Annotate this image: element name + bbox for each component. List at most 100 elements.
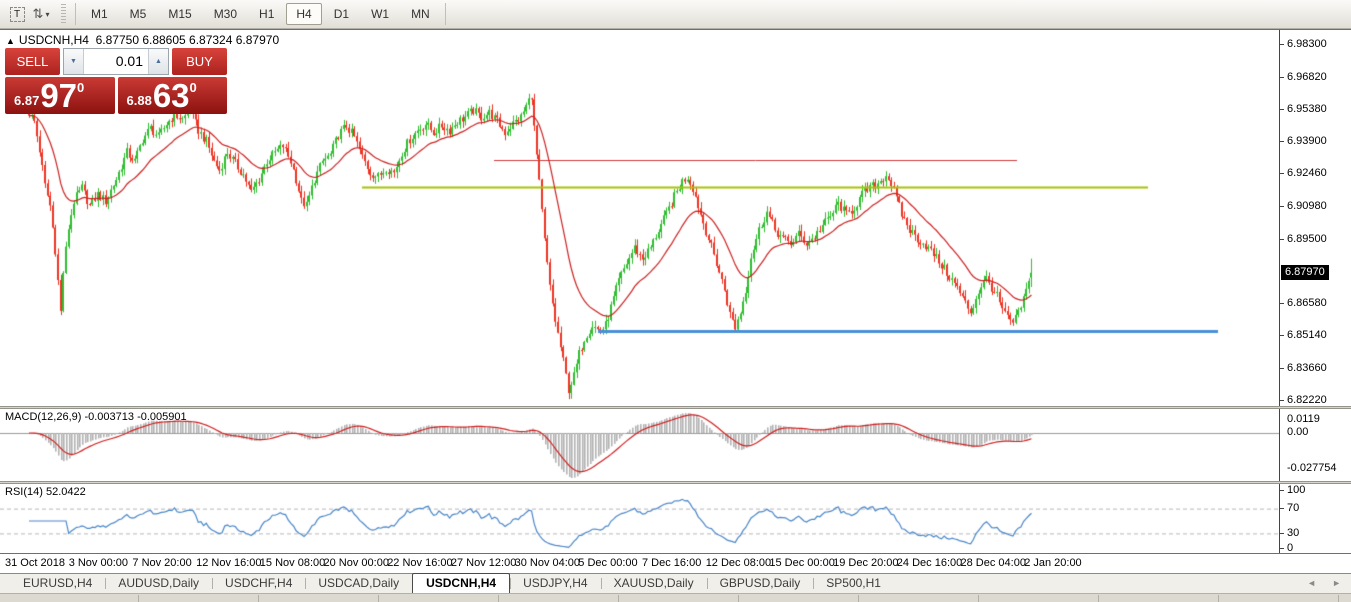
time-axis-label: 15 Dec 00:00 [769, 557, 834, 569]
rsi-label: RSI(14) 52.0422 [5, 486, 86, 498]
symbol-tab-bar: EURUSD,H4AUDUSD,DailyUSDCHF,H4USDCAD,Dai… [0, 573, 1351, 593]
toolbar-grip[interactable] [61, 4, 66, 24]
rsi-tick [1280, 533, 1284, 534]
sell-price-point: 0 [77, 80, 84, 95]
price-tick [1280, 206, 1284, 207]
symbol-tab-AUDUSD[interactable]: AUDUSD,Daily [105, 574, 212, 593]
text-tool-button[interactable]: T [5, 3, 29, 25]
panel-splitter[interactable] [0, 481, 1351, 484]
macd-label: MACD(12,26,9) -0.003713 -0.005901 [5, 411, 187, 423]
rsi-axis-label: 100 [1287, 484, 1305, 496]
macd-panel[interactable]: MACD(12,26,9) -0.003713 -0.005901 [0, 409, 1279, 481]
price-axis-label: 6.86580 [1287, 297, 1327, 309]
price-axis[interactable]: 6.87970 6.983006.968206.953806.939006.92… [1279, 30, 1351, 553]
toolbar: T ⇅ ▾ M1M5M15M30H1H4D1W1MN [0, 0, 1351, 29]
timeframe-M30[interactable]: M30 [204, 3, 247, 25]
buy-price-box[interactable]: 6.88 63 0 [118, 77, 228, 114]
time-axis-label: 12 Dec 08:00 [706, 557, 771, 569]
price-axis-label: 6.82220 [1287, 394, 1327, 406]
symbol-tab-GBPUSD[interactable]: GBPUSD,Daily [707, 574, 814, 593]
buy-button[interactable]: BUY [172, 48, 227, 75]
buy-price-point: 0 [190, 80, 197, 95]
symbol-tab-USDCAD[interactable]: USDCAD,Daily [305, 574, 412, 593]
price-tick [1280, 173, 1284, 174]
arrange-charts-button[interactable]: ⇅ ▾ [29, 3, 53, 25]
timeframe-M15[interactable]: M15 [158, 3, 201, 25]
time-axis-label: 31 Oct 2018 [5, 557, 65, 569]
timeframe-D1[interactable]: D1 [324, 3, 359, 25]
time-axis-label: 15 Nov 08:00 [260, 557, 325, 569]
price-tick [1280, 44, 1284, 45]
time-axis[interactable]: 31 Oct 20183 Nov 00:007 Nov 20:0012 Nov … [0, 553, 1351, 573]
volume-decrease-button[interactable]: ▼ [64, 49, 84, 74]
price-axis-label: 6.98300 [1287, 38, 1327, 50]
timeframe-W1[interactable]: W1 [361, 3, 399, 25]
price-axis-label: 6.90980 [1287, 200, 1327, 212]
chart-workspace: ▲ USDCNH,H4 6.87750 6.88605 6.87324 6.879… [0, 29, 1351, 601]
status-strip-separator [858, 595, 859, 602]
symbol-tab-USDJPY[interactable]: USDJPY,H4 [510, 574, 600, 593]
timeframe-M5[interactable]: M5 [120, 3, 157, 25]
chart-ohlc: 6.87750 6.88605 6.87324 6.87970 [96, 33, 280, 47]
price-tick [1280, 368, 1284, 369]
rsi-panel[interactable]: RSI(14) 52.0422 [0, 484, 1279, 553]
price-tick [1280, 141, 1284, 142]
tab-scroll-buttons: ◄ ► [1307, 578, 1341, 588]
time-axis-label: 27 Nov 12:00 [451, 557, 516, 569]
toolbar-separator [75, 3, 76, 25]
toolbar-separator [445, 3, 446, 25]
rsi-chart[interactable] [0, 484, 1279, 553]
price-axis-label: 6.85140 [1287, 329, 1327, 341]
arrange-arrows-icon: ⇅ [33, 6, 44, 22]
symbol-tab-SP500[interactable]: SP500,H1 [813, 574, 894, 593]
timeframe-M1[interactable]: M1 [81, 3, 118, 25]
main-chart-panel[interactable]: ▲ USDCNH,H4 6.87750 6.88605 6.87324 6.879… [0, 30, 1279, 406]
sell-price-box[interactable]: 6.87 97 0 [5, 77, 115, 114]
status-strip-separator [978, 595, 979, 602]
collapse-trade-panel-icon[interactable]: ▲ [6, 36, 15, 46]
status-strip-separator [618, 595, 619, 602]
text-tool-icon: T [10, 7, 25, 22]
mt4-window: T ⇅ ▾ M1M5M15M30H1H4D1W1MN ▲ USDCNH,H4 6.… [0, 0, 1351, 602]
rsi-tick [1280, 508, 1284, 509]
status-strip-separator [378, 595, 379, 602]
time-axis-label: 12 Nov 16:00 [196, 557, 261, 569]
symbol-tab-USDCHF[interactable]: USDCHF,H4 [212, 574, 305, 593]
triangle-down-icon: ▼ [70, 58, 77, 65]
symbol-tab-USDCNH[interactable]: USDCNH,H4 [412, 573, 510, 593]
status-strip-separator [738, 595, 739, 602]
price-tick [1280, 400, 1284, 401]
time-axis-label: 30 Nov 04:00 [515, 557, 580, 569]
timeframe-MN[interactable]: MN [401, 3, 440, 25]
current-price-tag: 6.87970 [1281, 265, 1329, 280]
price-tick [1280, 239, 1284, 240]
status-strip-separator [1218, 595, 1219, 602]
timeframe-H4[interactable]: H4 [286, 3, 321, 25]
status-strip-separator [258, 595, 259, 602]
tab-scroll-right-icon[interactable]: ► [1332, 578, 1341, 588]
symbol-tab-EURUSD[interactable]: EURUSD,H4 [10, 574, 105, 593]
time-axis-label: 28 Dec 04:00 [961, 557, 1026, 569]
time-axis-label: 24 Dec 16:00 [897, 557, 962, 569]
volume-input[interactable]: 0.01 [84, 49, 148, 74]
price-tick [1280, 77, 1284, 78]
macd-chart[interactable] [0, 409, 1279, 481]
timeframe-H1[interactable]: H1 [249, 3, 284, 25]
chart-symbol: USDCNH,H4 [19, 33, 89, 47]
time-axis-label: 20 Nov 00:00 [324, 557, 389, 569]
macd-axis-label: 0.0119 [1287, 413, 1320, 425]
price-axis-label: 6.95380 [1287, 103, 1327, 115]
symbol-tab-XAUUSD[interactable]: XAUUSD,Daily [601, 574, 707, 593]
chart-title: ▲ USDCNH,H4 6.87750 6.88605 6.87324 6.879… [6, 33, 279, 47]
tab-scroll-left-icon[interactable]: ◄ [1307, 578, 1316, 588]
macd-axis-label: 0.00 [1287, 426, 1308, 438]
price-axis-label: 6.96820 [1287, 71, 1327, 83]
buy-price-major: 6.88 [127, 93, 152, 108]
price-tick [1280, 109, 1284, 110]
status-strip [0, 593, 1351, 602]
panel-splitter[interactable] [0, 406, 1351, 409]
time-axis-label: 7 Nov 20:00 [132, 557, 191, 569]
sell-button[interactable]: SELL [5, 48, 60, 75]
volume-increase-button[interactable]: ▲ [148, 49, 168, 74]
time-axis-label: 22 Nov 16:00 [387, 557, 452, 569]
